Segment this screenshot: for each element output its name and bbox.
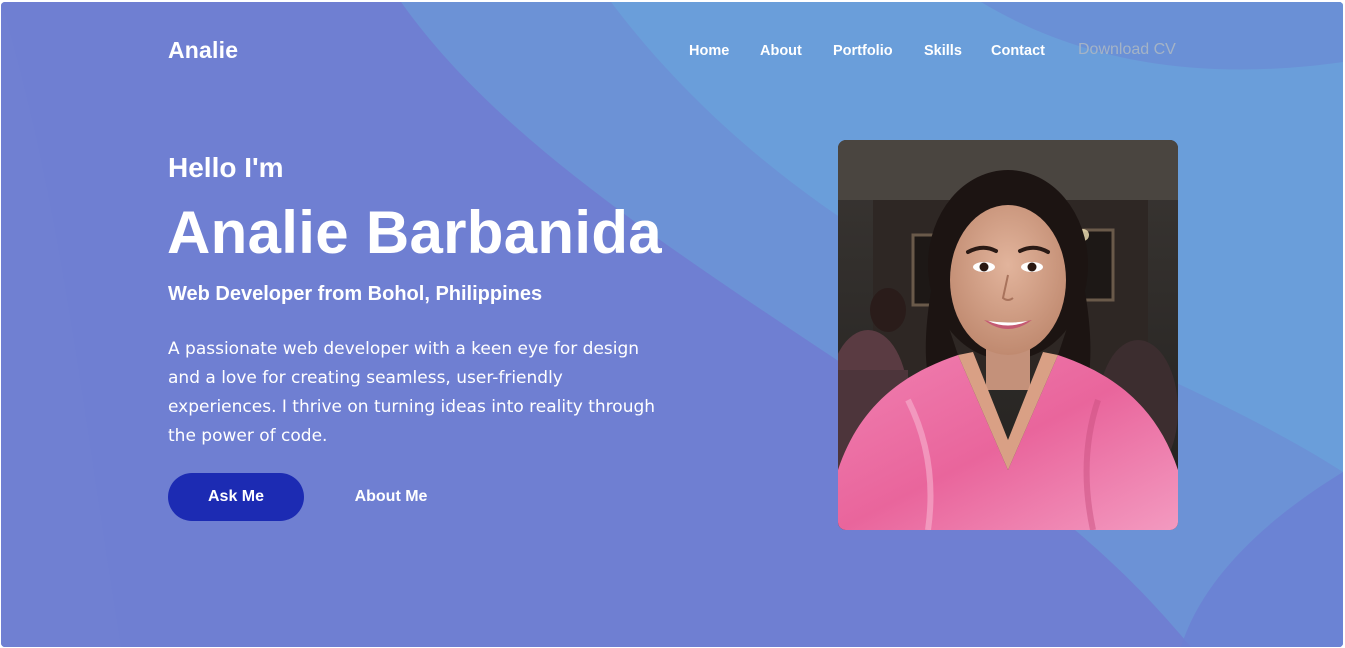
ask-me-button[interactable]: Ask Me [168, 473, 304, 521]
nav-contact-link[interactable]: Contact [991, 43, 1045, 59]
nav-home-link[interactable]: Home [689, 43, 729, 59]
hero-role: Web Developer from Bohol, Philippines [168, 283, 543, 305]
hero-name: Analie Barbanida [167, 199, 662, 266]
download-cv-link[interactable]: Download CV [1078, 41, 1176, 59]
nav-portfolio-link[interactable]: Portfolio [833, 43, 893, 59]
portrait-illustration [838, 140, 1178, 530]
about-me-button[interactable]: About Me [331, 473, 451, 521]
brand-logo[interactable]: Analie [168, 37, 238, 64]
hero-greeting: Hello I'm [168, 152, 284, 183]
hero-bio: A passionate web developer with a keen e… [168, 339, 656, 446]
nav-skills-link[interactable]: Skills [924, 43, 962, 59]
nav-about-link[interactable]: About [760, 43, 802, 59]
hero-page: Analie Home About Portfolio Skills Conta… [1, 2, 1343, 647]
profile-photo [838, 140, 1178, 530]
